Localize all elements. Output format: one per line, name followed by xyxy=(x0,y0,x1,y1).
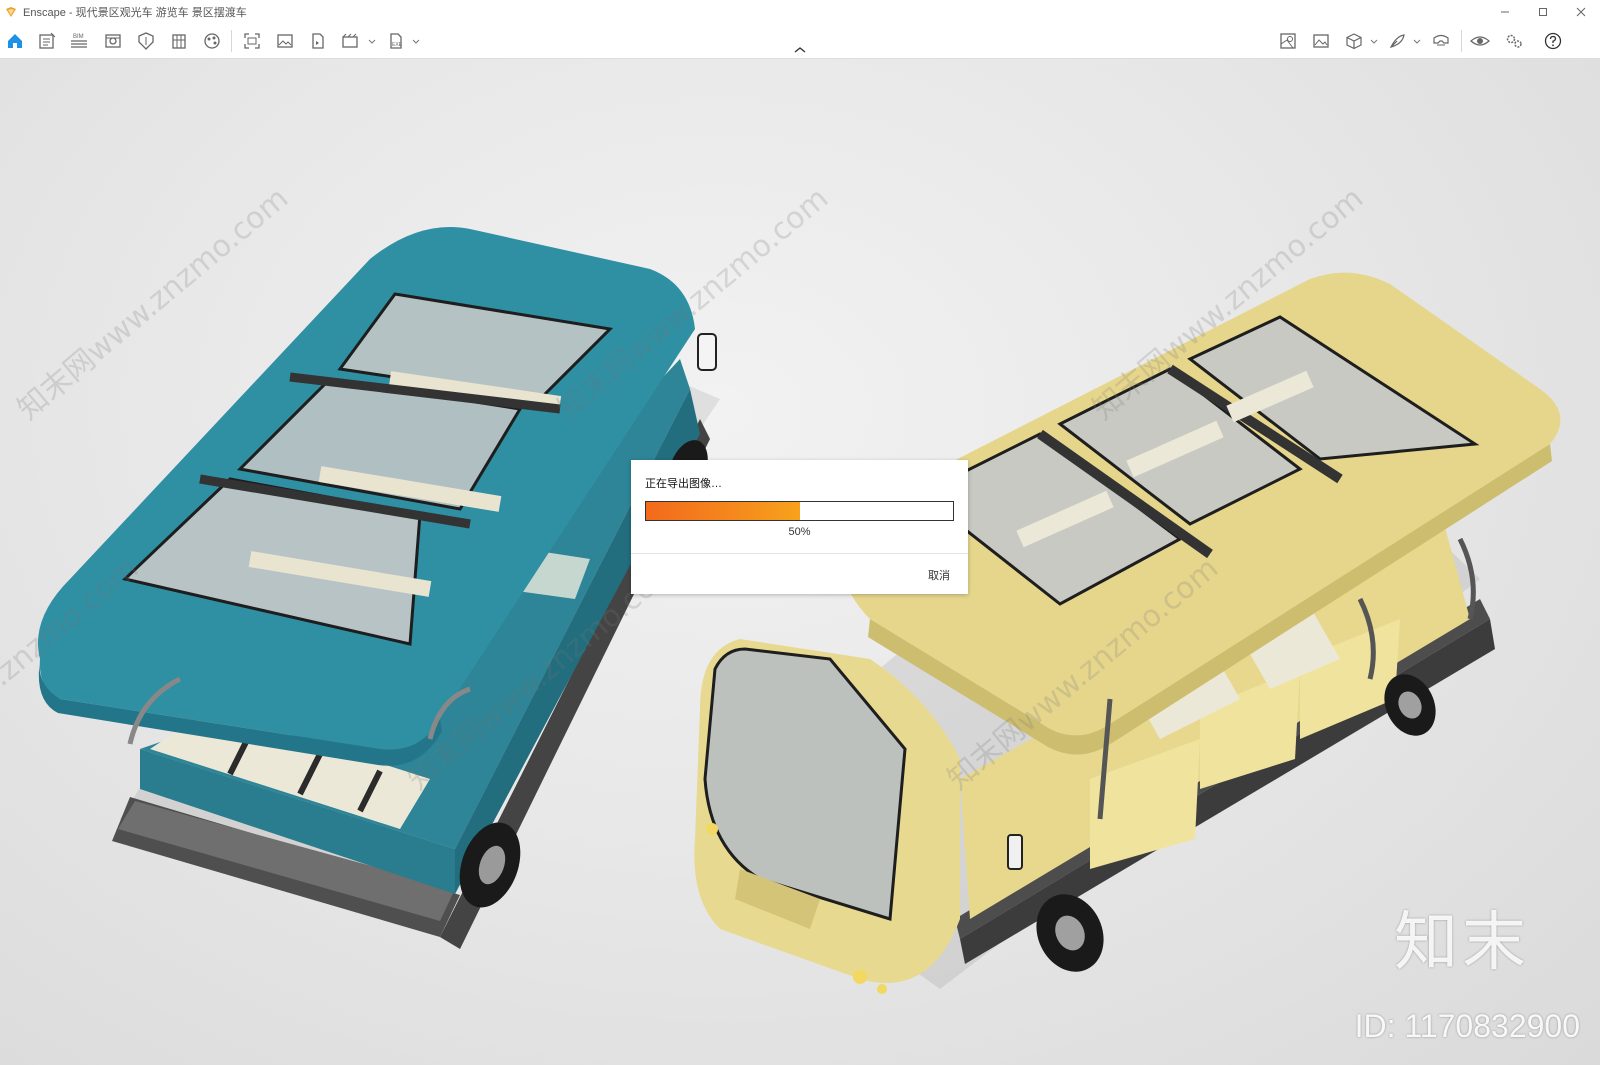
section-icon xyxy=(138,32,154,50)
watermark-logo: 知末 xyxy=(1394,906,1530,980)
cancel-button[interactable]: 取消 xyxy=(928,567,950,583)
bim-label: BIM xyxy=(73,34,84,40)
enscape-logo-icon xyxy=(6,7,16,17)
home-button[interactable] xyxy=(4,30,26,52)
help-icon xyxy=(1544,32,1562,50)
watermark-id: ID: 1170832900 xyxy=(1354,1008,1580,1044)
asset-library-icon xyxy=(39,32,56,49)
feather-button[interactable] xyxy=(1386,30,1408,52)
settings-button[interactable] xyxy=(1503,30,1525,52)
feather-dropdown-chevron-icon[interactable] xyxy=(1413,38,1421,46)
export-icon: EXE xyxy=(390,33,403,49)
image-icon xyxy=(1313,34,1329,48)
home-icon xyxy=(8,34,22,48)
title-bar: Enscape - 现代景区观光车 游览车 景区摆渡车 xyxy=(0,0,1600,24)
export-dropdown-chevron-icon[interactable] xyxy=(412,38,420,46)
material-button[interactable] xyxy=(201,30,223,52)
bim-button[interactable]: BIM xyxy=(68,30,90,52)
batch-render-icon xyxy=(312,33,324,49)
dialog-title: 正在导出图像… xyxy=(645,478,722,490)
progress-percent: 50% xyxy=(788,526,811,538)
close-icon xyxy=(1576,7,1586,17)
vr-headset-button[interactable] xyxy=(1430,30,1452,52)
cube-icon xyxy=(1346,33,1362,50)
settings-icon xyxy=(1506,34,1522,48)
cube-button[interactable] xyxy=(1343,30,1365,52)
visual-settings-button[interactable] xyxy=(102,30,124,52)
render-image-button[interactable] xyxy=(274,30,296,52)
screenshot-button[interactable] xyxy=(241,30,263,52)
cube-dropdown-chevron-icon[interactable] xyxy=(1370,38,1378,46)
map-icon xyxy=(1280,33,1296,49)
minimize-button[interactable] xyxy=(1486,0,1524,24)
maximize-icon xyxy=(1539,8,1547,16)
building-button[interactable] xyxy=(168,30,190,52)
video-button[interactable] xyxy=(340,30,362,52)
material-icon xyxy=(204,33,220,49)
vr-headset-icon xyxy=(1433,34,1449,46)
progress-fill xyxy=(646,502,800,520)
screenshot-icon xyxy=(244,33,260,49)
section-button[interactable] xyxy=(135,30,157,52)
export-progress-dialog: 正在导出图像… 50% 取消 xyxy=(631,460,968,594)
render-image-icon xyxy=(277,34,293,48)
exe-label: EXE xyxy=(392,42,403,48)
window-title: Enscape - 现代景区观光车 游览车 景区摆渡车 xyxy=(23,7,247,19)
map-button[interactable] xyxy=(1277,30,1299,52)
maximize-button[interactable] xyxy=(1524,0,1562,24)
video-icon xyxy=(342,33,358,48)
help-button[interactable] xyxy=(1542,30,1564,52)
views-button[interactable] xyxy=(1469,30,1491,52)
export-button[interactable]: EXE xyxy=(385,30,407,52)
close-button[interactable] xyxy=(1562,0,1600,24)
bim-icon: BIM xyxy=(71,34,87,48)
window-controls xyxy=(1486,0,1600,24)
video-dropdown-chevron-icon[interactable] xyxy=(368,38,376,46)
visual-settings-icon xyxy=(105,34,121,48)
collapse-toolbar-chevron-up-icon[interactable] xyxy=(792,45,808,55)
eye-icon xyxy=(1470,36,1490,46)
enscape-window: Enscape - 现代景区观光车 游览车 景区摆渡车 BIM EXE 知末网w… xyxy=(0,0,1600,1065)
toolbar-separator xyxy=(1461,30,1462,52)
feather-icon xyxy=(1389,34,1405,48)
minimize-icon xyxy=(1501,11,1509,13)
toolbar-separator xyxy=(231,30,232,52)
building-icon xyxy=(172,34,186,49)
batch-render-button[interactable] xyxy=(307,30,329,52)
asset-library-button[interactable] xyxy=(36,30,58,52)
export-progress-bar xyxy=(645,501,954,521)
image-button[interactable] xyxy=(1310,30,1332,52)
dialog-divider xyxy=(631,553,968,554)
